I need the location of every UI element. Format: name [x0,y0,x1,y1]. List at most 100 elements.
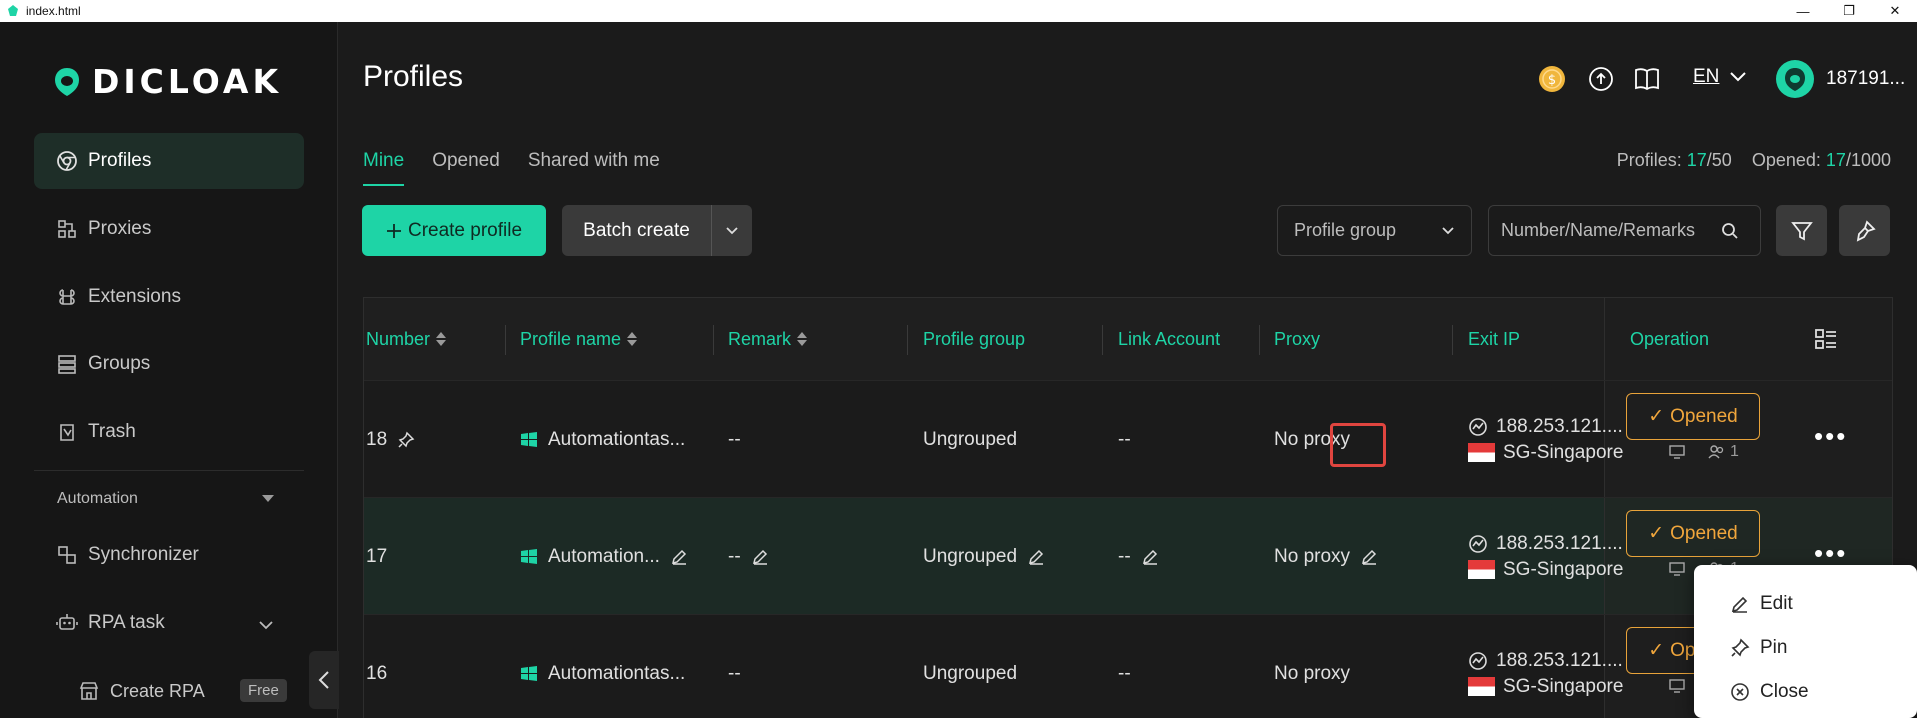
column-divider [907,325,908,355]
profile-name-value: Automation... [548,545,660,567]
table-header: Number Profile name Remark Profile group… [364,298,1892,380]
row-profile-group: Ungrouped [923,498,1045,615]
context-menu: Edit Pin Close [1694,565,1917,718]
col-header-label: Remark [728,328,792,349]
brand-logo[interactable]: DICLOAK [50,62,282,101]
sidebar-item-trash[interactable]: Trash [34,404,304,460]
pencil-icon[interactable] [751,548,769,566]
row-profile-name[interactable]: Automationtas... [520,615,685,718]
filter-button[interactable] [1776,205,1827,256]
table-row[interactable]: 16 Automationtas... -- Ungrouped -- No p… [364,614,1892,718]
location-value: SG-Singapore [1503,558,1624,580]
pencil-icon[interactable] [1360,548,1378,566]
batch-create-dropdown[interactable] [712,226,752,236]
docs-button[interactable] [1632,64,1662,94]
pencil-icon[interactable] [670,548,688,566]
column-divider [1452,325,1453,355]
page-title: Profiles [363,60,464,93]
menu-item-pin[interactable]: Pin [1730,637,1787,659]
opened-button[interactable]: ✓ Opened [1626,510,1760,557]
tab-shared-with-me[interactable]: Shared with me [528,150,660,186]
sidebar-item-label: Create RPA [110,680,205,701]
sort-icon[interactable] [436,332,447,346]
monitor-icon[interactable] [1668,561,1686,577]
menu-item-close[interactable]: Close [1730,681,1809,703]
caret-down-icon[interactable] [262,495,274,502]
user-name[interactable]: 187191... [1826,68,1905,90]
batch-create-label: Batch create [562,205,712,256]
tab-mine[interactable]: Mine [363,150,405,186]
pencil-icon[interactable] [1027,548,1045,566]
profile-group-select[interactable]: Profile group [1277,205,1472,256]
create-profile-button[interactable]: Create profile [362,205,546,256]
sort-icon[interactable] [797,332,808,346]
row-profile-name[interactable]: Automation... [520,498,688,615]
sidebar-item-groups[interactable]: Groups [34,336,304,392]
search-icon[interactable] [1721,222,1739,240]
language-select[interactable]: EN [1693,66,1747,88]
row-profile-group: Ungrouped [923,381,1017,498]
remark-value: -- [728,428,741,450]
sidebar: DICLOAK Profiles Proxies Extensions Grou… [0,22,339,718]
proxy-value: No proxy [1274,545,1351,567]
users-icon [1708,445,1724,459]
coin-icon[interactable]: $ [1535,62,1569,101]
row-profile-group: Ungrouped [923,615,1017,718]
row-exit-ip: 188.253.121.... SG-Singapore [1468,615,1623,718]
avatar[interactable] [1775,59,1815,104]
close-icon: ✕ [1889,3,1901,18]
search-box[interactable] [1488,205,1761,256]
ip-value: 188.253.121.... [1496,415,1623,437]
pencil-icon [1731,596,1748,613]
more-options-button[interactable]: ••• [1814,421,1847,452]
monitor-icon[interactable] [1668,678,1686,694]
chevron-down-icon [1730,72,1747,82]
upload-button[interactable] [1586,64,1616,94]
groups-icon [58,355,76,374]
window-info: 1 [1668,443,1739,461]
collapse-sidebar-button[interactable] [309,651,339,709]
sidebar-item-extensions[interactable]: Extensions [34,269,304,325]
col-header-label: Profile group [923,328,1026,349]
chevron-down-icon[interactable] [258,620,274,630]
column-divider [713,325,714,355]
close-window-button[interactable]: ✕ [1872,0,1917,22]
row-profile-name[interactable]: Automationtas... [520,381,685,498]
sidebar-item-profiles[interactable]: Profiles [34,133,304,189]
col-number[interactable]: Number [366,298,447,380]
row-remark: -- [728,381,741,498]
opened-button[interactable]: ✓ Opened [1626,393,1760,440]
col-remark[interactable]: Remark [728,298,808,380]
search-input[interactable] [1501,220,1721,241]
table-row[interactable]: 17 Automation... -- Ungrouped -- No prox… [364,497,1892,615]
sidebar-item-synchronizer[interactable]: Synchronizer [34,527,304,583]
col-profile-group: Profile group [923,298,1025,380]
sidebar-section-automation: Automation [57,490,138,507]
batch-create-button[interactable]: Batch create [562,205,752,256]
minimize-button[interactable]: — [1780,0,1826,22]
status-label: Opened [1670,405,1738,427]
row-link-account: -- [1118,498,1159,615]
sort-icon[interactable] [627,332,638,346]
table-row[interactable]: 18 Automationtas... -- Ungrouped -- No p… [364,380,1892,498]
profiles-total: /50 [1706,150,1732,170]
row-number: 17 [366,498,387,615]
windows-icon [521,665,537,681]
col-profile-name[interactable]: Profile name [520,298,638,380]
maximize-button[interactable]: ❐ [1826,0,1872,22]
menu-item-label: Edit [1760,593,1793,614]
tab-opened[interactable]: Opened [432,150,500,186]
brand-name: DICLOAK [92,62,283,101]
sidebar-item-proxies[interactable]: Proxies [34,201,304,257]
column-settings-button[interactable] [1814,327,1838,356]
col-link-account: Link Account [1118,298,1220,380]
profile-name-value: Automationtas... [548,428,686,450]
column-divider [1102,325,1103,355]
pin-icon [1731,638,1750,657]
menu-item-edit[interactable]: Edit [1730,593,1793,615]
pin-icon[interactable] [397,431,415,449]
pencil-icon[interactable] [1141,548,1159,566]
opened-used: 17 [1825,150,1846,170]
monitor-icon[interactable] [1668,444,1686,460]
clear-button[interactable] [1839,205,1890,256]
